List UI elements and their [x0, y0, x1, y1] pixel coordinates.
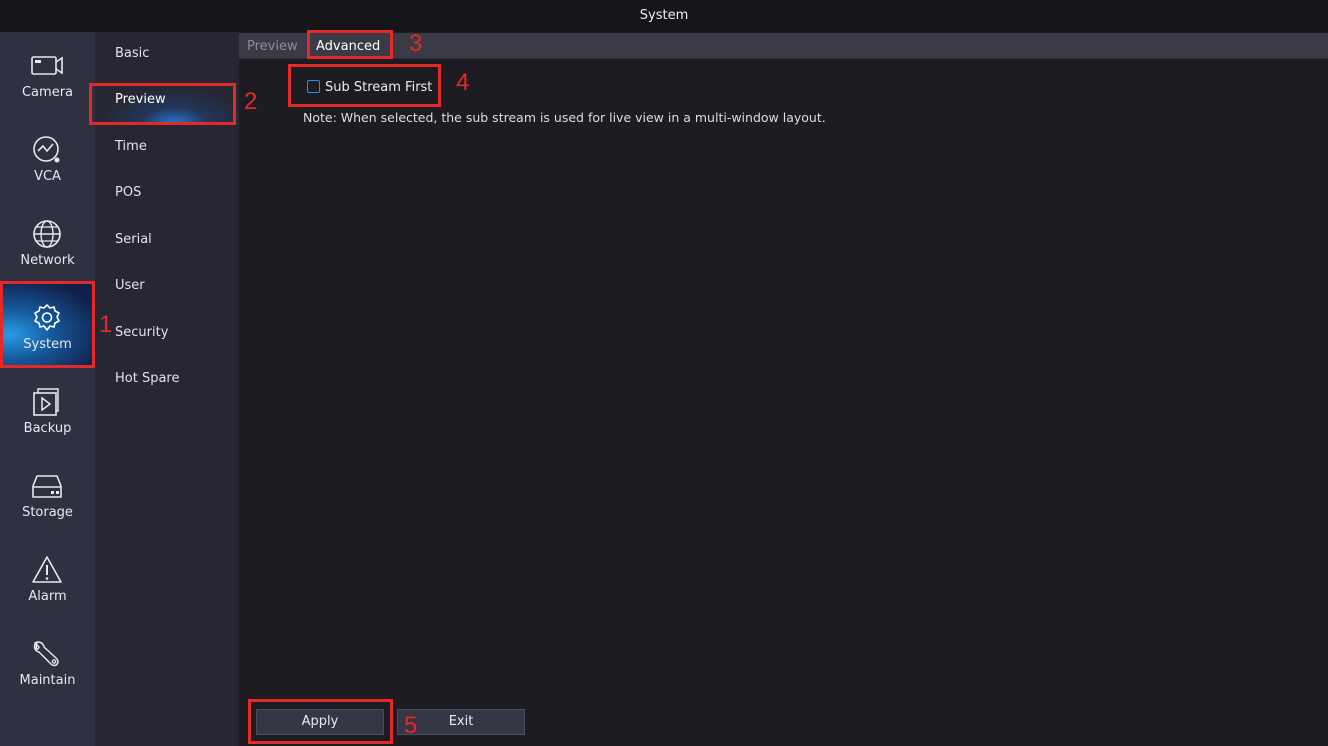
- annotation-box-4: [288, 64, 441, 107]
- sub-item-security[interactable]: Security: [115, 323, 168, 343]
- backup-icon: [29, 386, 65, 418]
- annotation-number-3: 3: [409, 30, 423, 57]
- nav-vca-label: VCA: [34, 169, 61, 184]
- sub-item-serial[interactable]: Serial: [115, 230, 152, 250]
- globe-icon: [29, 218, 65, 250]
- nav-backup-label: Backup: [23, 421, 72, 436]
- annotation-number-2: 2: [244, 88, 258, 115]
- sub-item-hot-spare[interactable]: Hot Spare: [115, 369, 180, 389]
- nav-camera[interactable]: Camera: [0, 32, 95, 116]
- sub-item-user[interactable]: User: [115, 276, 145, 296]
- nav-alarm[interactable]: Alarm: [0, 536, 95, 620]
- annotation-number-4: 4: [456, 69, 470, 96]
- nav-maintain-label: Maintain: [19, 673, 76, 688]
- annotation-number-1: 1: [99, 311, 113, 338]
- nav-storage[interactable]: Storage: [0, 452, 95, 536]
- wrench-icon: [29, 638, 65, 670]
- nav-network[interactable]: Network: [0, 200, 95, 284]
- sub-item-pos[interactable]: POS: [115, 183, 141, 203]
- storage-icon: [29, 470, 65, 502]
- nav-vca[interactable]: VCA: [0, 116, 95, 200]
- nav-maintain[interactable]: Maintain: [0, 620, 95, 704]
- annotation-box-1: [0, 281, 95, 368]
- tab-bar: [239, 33, 1328, 58]
- sub-item-basic[interactable]: Basic: [115, 44, 149, 64]
- annotation-box-3: [307, 30, 393, 59]
- annotation-box-2: [89, 83, 236, 125]
- nav-alarm-label: Alarm: [28, 589, 67, 604]
- content-area: [239, 32, 1328, 746]
- tab-divider: [239, 58, 1328, 59]
- nav-backup[interactable]: Backup: [0, 368, 95, 452]
- sub-item-time[interactable]: Time: [115, 137, 147, 157]
- annotation-box-5: [248, 699, 393, 744]
- window-title: System: [0, 0, 1328, 32]
- note-text: Note: When selected, the sub stream is u…: [303, 110, 826, 125]
- main-nav: Camera VCA Network System Backup Storage: [0, 32, 95, 746]
- warning-icon: [29, 554, 65, 586]
- nav-network-label: Network: [20, 253, 75, 268]
- nav-camera-label: Camera: [21, 85, 74, 100]
- tab-preview[interactable]: Preview: [247, 38, 298, 56]
- camera-icon: [29, 50, 65, 82]
- vca-icon: [29, 134, 65, 166]
- nav-storage-label: Storage: [22, 505, 73, 520]
- annotation-number-5: 5: [404, 712, 418, 739]
